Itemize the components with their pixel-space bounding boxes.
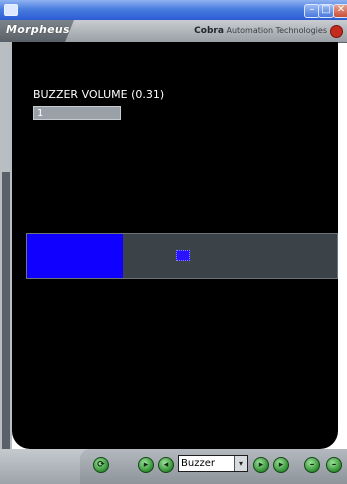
prev-page-button[interactable]: ▸: [138, 457, 154, 473]
left-scroll-rail[interactable]: [0, 42, 12, 472]
mode-select[interactable]: Buzzer ▾: [178, 455, 248, 472]
close-button[interactable]: ✕: [333, 4, 347, 18]
forward-arrow-icon: ▸: [258, 460, 264, 470]
minus-icon: –: [309, 460, 315, 470]
buzzer-volume-slider[interactable]: [26, 233, 338, 279]
minimize-icon: –: [309, 4, 315, 15]
window-titlebar: – □ ✕: [0, 0, 347, 20]
play-icon: ▸: [143, 460, 149, 470]
refresh-button[interactable]: ⟳: [93, 457, 109, 473]
next-page-button[interactable]: ▸: [273, 457, 289, 473]
mode-select-value: Buzzer: [181, 458, 215, 469]
play-icon: ▸: [278, 460, 284, 470]
back-arrow-icon: ◂: [163, 460, 169, 470]
close-icon: ✕: [336, 4, 346, 15]
back-button[interactable]: ◂: [158, 457, 174, 473]
slider-fill: [27, 234, 124, 278]
decrease-button[interactable]: –: [304, 457, 320, 473]
increase-button[interactable]: –: [326, 457, 342, 473]
buzzer-volume-label: BUZZER VOLUME (0.31): [33, 88, 165, 101]
minus-icon: –: [331, 460, 337, 470]
brand-logo: Morpheus: [6, 23, 70, 36]
forward-button[interactable]: ▸: [253, 457, 269, 473]
buzzer-volume-input[interactable]: 1: [33, 106, 121, 120]
maximize-button[interactable]: □: [318, 4, 334, 18]
refresh-icon: ⟳: [97, 460, 105, 470]
vendor-name: Cobra: [194, 26, 224, 36]
scroll-thumb[interactable]: [2, 172, 10, 472]
chevron-down-icon: ▾: [238, 459, 243, 468]
vendor-tagline: Automation Technologies: [226, 26, 327, 35]
slider-marker[interactable]: [176, 250, 190, 261]
app-header: Morpheus Cobra Automation Technologies: [0, 20, 347, 43]
power-button[interactable]: [330, 25, 343, 38]
vendor-logo: Cobra Automation Technologies: [194, 26, 327, 36]
maximize-icon: □: [321, 4, 331, 15]
app-icon: [4, 4, 18, 16]
dropdown-arrow[interactable]: ▾: [234, 456, 247, 471]
